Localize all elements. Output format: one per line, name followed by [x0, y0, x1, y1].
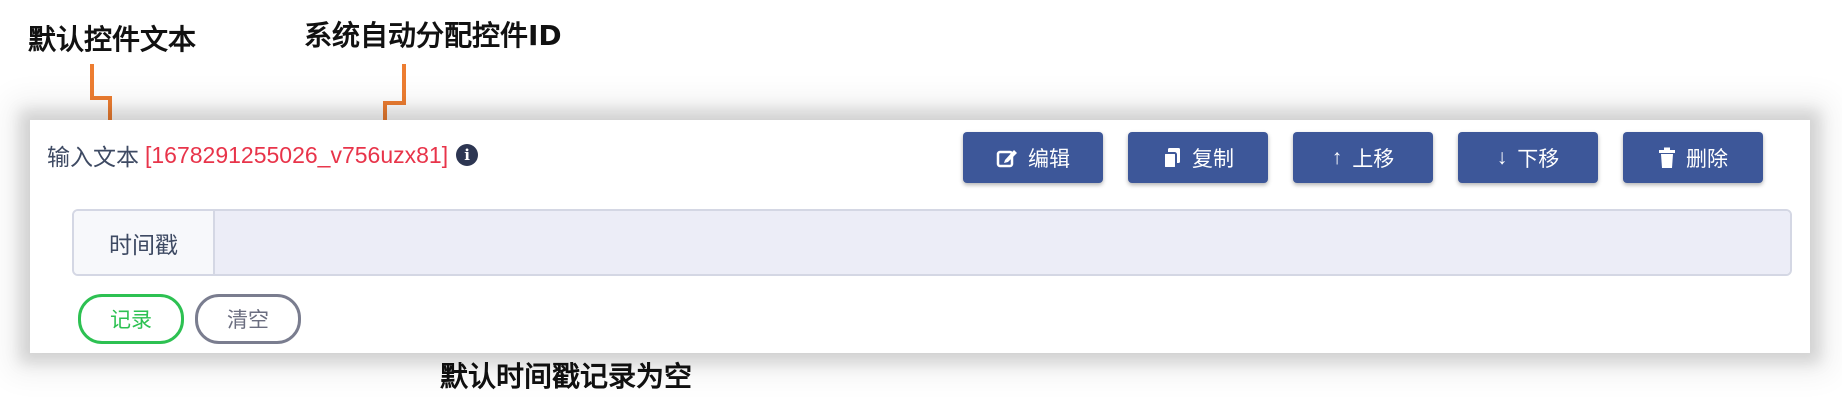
control-id: [1678291255026_v756uzx81]	[145, 141, 449, 168]
control-toolbar: 编辑 复制 ↑ 上移 ↓ 下移 删除	[963, 132, 1763, 183]
record-button[interactable]: 记录	[78, 294, 184, 344]
move-up-button[interactable]: ↑ 上移	[1293, 132, 1433, 183]
copy-icon	[1163, 147, 1180, 169]
timestamp-input-group: 时间戳	[72, 209, 1792, 276]
control-header: 输入文本 [1678291255026_v756uzx81] i	[47, 138, 479, 172]
move-down-label: 下移	[1517, 147, 1560, 171]
delete-label: 删除	[1686, 147, 1728, 171]
copy-label: 复制	[1192, 147, 1234, 171]
edit-icon	[996, 149, 1017, 167]
clear-button[interactable]: 清空	[195, 294, 301, 344]
edit-label: 编辑	[1028, 147, 1070, 171]
move-down-button[interactable]: ↓ 下移	[1458, 132, 1598, 183]
delete-button[interactable]: 删除	[1623, 132, 1763, 183]
info-icon[interactable]: i	[456, 144, 479, 166]
arrow-down-icon: ↓	[1496, 145, 1508, 169]
timestamp-input[interactable]	[215, 211, 1790, 274]
move-up-label: 上移	[1352, 147, 1395, 171]
arrow-control-text	[90, 64, 112, 124]
arrow-up-icon: ↑	[1331, 145, 1343, 169]
control-label: 输入文本	[47, 144, 139, 170]
edit-button[interactable]: 编辑	[963, 132, 1103, 183]
timestamp-label: 时间戳	[74, 211, 215, 274]
trash-icon	[1659, 147, 1675, 168]
control-panel: 输入文本 [1678291255026_v756uzx81] i 编辑 复制 ↑…	[30, 120, 1810, 353]
copy-button[interactable]: 复制	[1128, 132, 1268, 183]
